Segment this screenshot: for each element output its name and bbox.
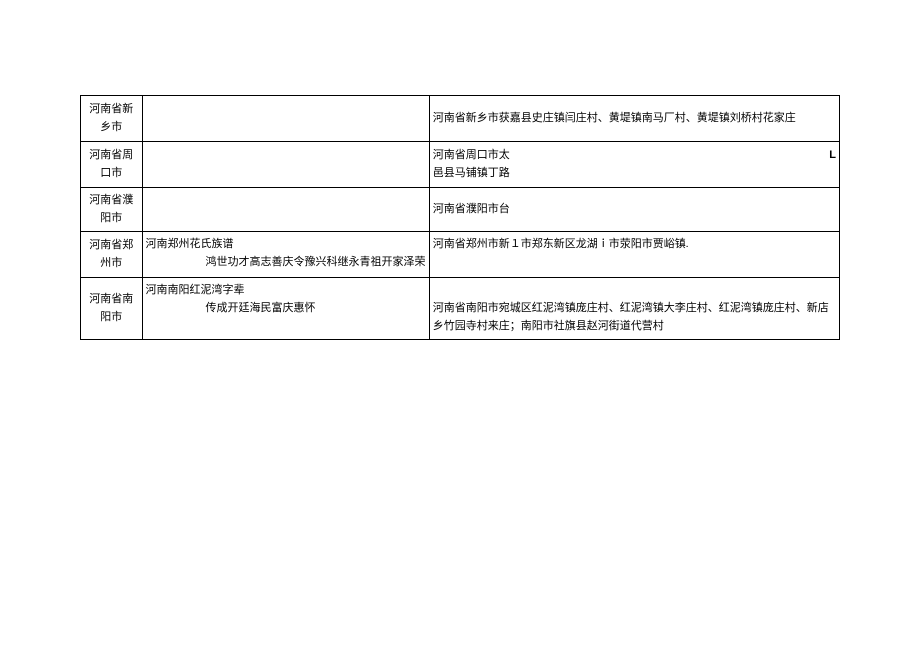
city-cell: 河南省南阳市 <box>81 278 143 340</box>
middle-cell <box>142 96 429 142</box>
right-cell: 河南省新乡市获嘉县史庄镇闫庄村、黄堤镇南马厂村、黄堤镇刘桥村花家庄 <box>429 96 839 142</box>
middle-cell <box>142 142 429 188</box>
table-row: 河南省新乡市 河南省新乡市获嘉县史庄镇闫庄村、黄堤镇南马厂村、黄堤镇刘桥村花家庄 <box>81 96 840 142</box>
right-text-line2: 邑县马铺镇丁路 <box>433 165 836 183</box>
genealogy-table: 河南省新乡市 河南省新乡市获嘉县史庄镇闫庄村、黄堤镇南马厂村、黄堤镇刘桥村花家庄… <box>80 95 840 340</box>
city-cell: 河南省濮阳市 <box>81 188 143 232</box>
middle-text-line1: 河南郑州花氏族谱 <box>146 236 426 254</box>
middle-text-line2: 传成开廷海民富庆惠怀 <box>146 300 426 318</box>
badge-letter: L <box>829 147 836 165</box>
table-row: 河南省濮阳市 河南省濮阳市台 <box>81 188 840 232</box>
table-row: 河南省郑州市 河南郑州花氏族谱 鸿世功才高志善庆令豫兴科继永青祖开家泽荣 河南省… <box>81 232 840 278</box>
city-cell: 河南省新乡市 <box>81 96 143 142</box>
right-cell: 河南省南阳市宛城区红泥湾镇庞庄村、红泥湾镇大李庄村、红泥湾镇庞庄村、新店乡竹园寺… <box>429 278 839 340</box>
middle-text-line2: 鸿世功才高志善庆令豫兴科继永青祖开家泽荣 <box>146 254 426 272</box>
right-cell: 河南省濮阳市台 <box>429 188 839 232</box>
right-cell: 河南省周口市太 L 邑县马铺镇丁路 <box>429 142 839 188</box>
city-cell: 河南省郑州市 <box>81 232 143 278</box>
table-row: 河南省周口市 河南省周口市太 L 邑县马铺镇丁路 <box>81 142 840 188</box>
middle-text-line1: 河南南阳红泥湾字辈 <box>146 282 426 300</box>
table-row: 河南省南阳市 河南南阳红泥湾字辈 传成开廷海民富庆惠怀 河南省南阳市宛城区红泥湾… <box>81 278 840 340</box>
right-text-line1: 河南省周口市太 <box>433 147 510 165</box>
middle-cell: 河南南阳红泥湾字辈 传成开廷海民富庆惠怀 <box>142 278 429 340</box>
right-cell: 河南省郑州市新１市郑东新区龙湖ｉ市荥阳市贾峪镇. <box>429 232 839 278</box>
middle-cell: 河南郑州花氏族谱 鸿世功才高志善庆令豫兴科继永青祖开家泽荣 <box>142 232 429 278</box>
middle-cell <box>142 188 429 232</box>
city-cell: 河南省周口市 <box>81 142 143 188</box>
